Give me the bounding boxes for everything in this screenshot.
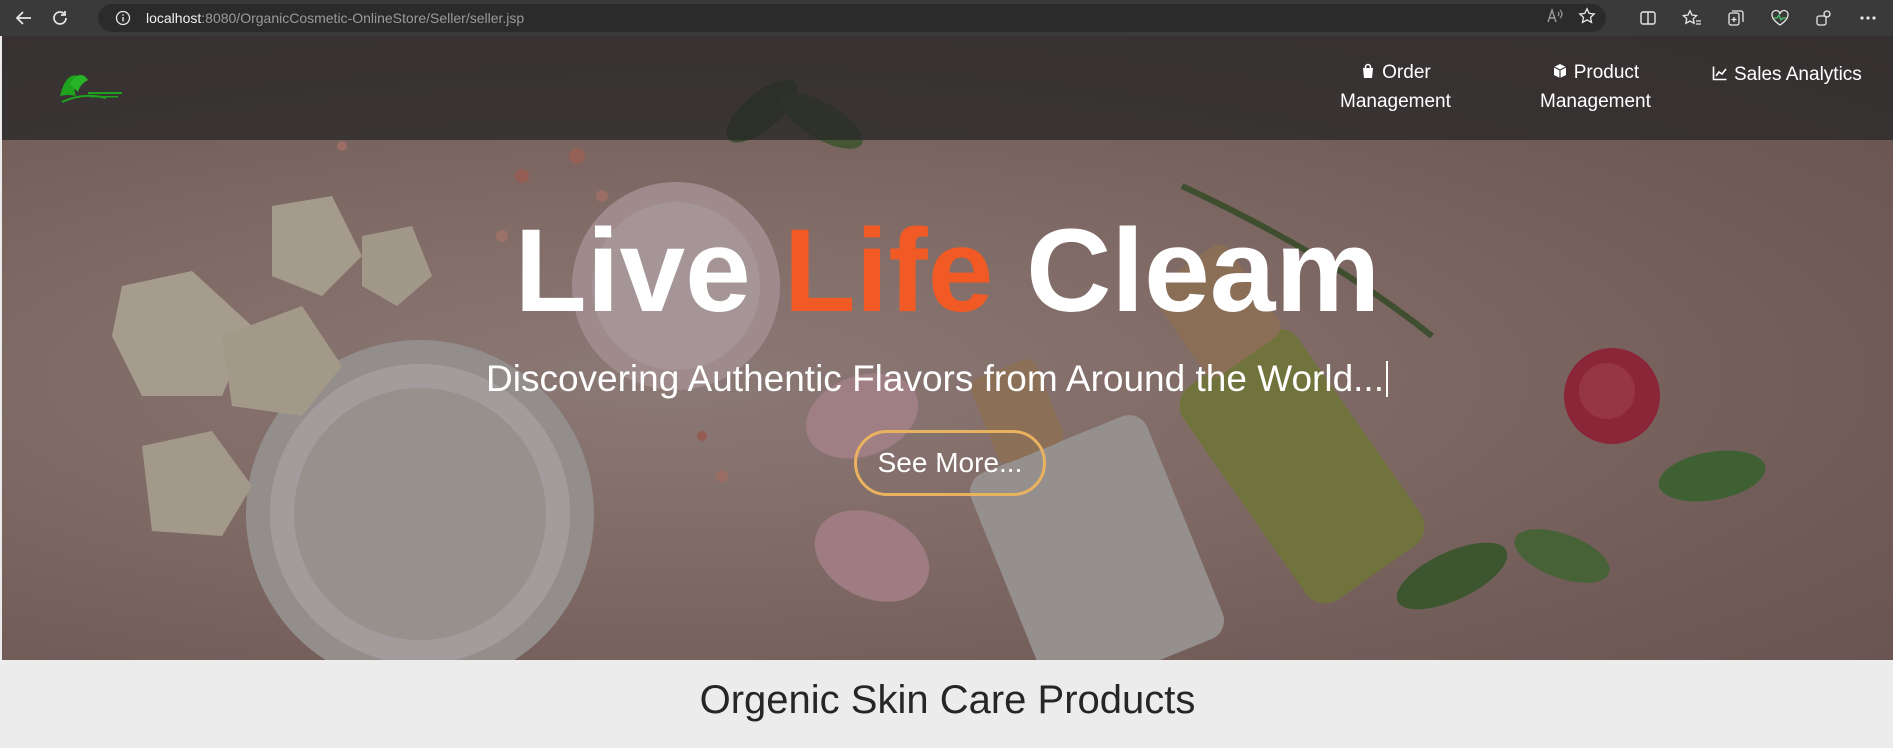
collections-button[interactable] [1725,7,1747,29]
reload-icon [53,11,67,25]
read-aloud-button[interactable] [1546,7,1564,29]
leaf-logo-icon [60,74,122,103]
hero-subtitle: Discovering Authentic Flavors from Aroun… [486,358,1388,400]
headline-word-cleam: Cleam [1026,205,1381,337]
url-text: localhost:8080/OrganicCosmetic-OnlineSto… [146,10,524,26]
nav-product-management[interactable]: Product Management [1540,58,1651,116]
nav-product-line1: Product [1573,62,1640,83]
nav-order-line2: Management [1340,91,1451,112]
info-icon [115,10,131,26]
read-aloud-icon [1547,7,1563,22]
url-path: :8080/OrganicCosmetic-OnlineStore/Seller… [201,10,525,26]
box-icon [1553,64,1566,78]
browser-toolbar: localhost:8080/OrganicCosmetic-OnlineSto… [0,0,1893,36]
store-logo[interactable] [54,66,130,110]
headline-word-life: Life [783,205,994,337]
shopping-bag-icon [1363,63,1374,78]
more-menu-button[interactable] [1857,7,1879,29]
more-dots-icon [1860,16,1876,20]
back-arrow-icon [15,11,31,25]
site-info-button[interactable] [108,10,138,26]
extensions-button[interactable] [1813,7,1835,29]
reload-button[interactable] [42,0,78,36]
nav-order-line1: Order [1382,62,1431,83]
split-screen-button[interactable] [1637,7,1659,29]
favorites-button[interactable] [1681,7,1703,29]
see-more-button[interactable]: See More... [854,430,1046,496]
extensions-icon [1816,10,1831,26]
text-caret [1386,361,1388,397]
browser-essentials-button[interactable] [1769,7,1791,29]
split-screen-icon [1640,11,1656,25]
section-heading: Orgenic Skin Care Products [699,678,1196,722]
favorites-icon [1682,9,1701,25]
nav-order-management[interactable]: Order Management [1340,58,1451,116]
hero-headline: Live Life Cleam [2,212,1893,330]
line-chart-icon [1712,66,1727,81]
nav-product-line2: Management [1540,91,1651,112]
favorite-star-button[interactable] [1578,6,1596,30]
nav-sales-analytics[interactable]: Sales Analytics [1712,60,1862,89]
hero-subtitle-text: Discovering Authentic Flavors from Aroun… [486,358,1384,399]
star-icon [1578,6,1596,24]
headline-word-live: Live [514,205,751,337]
heart-pulse-icon [1771,9,1789,26]
address-bar[interactable]: localhost:8080/OrganicCosmetic-OnlineSto… [98,4,1606,32]
site-navbar: Order Management Product Management Sale… [2,36,1893,140]
back-button[interactable] [6,0,42,36]
collections-icon [1728,10,1744,26]
url-host: localhost [146,10,202,26]
page-content: Order Management Product Management Sale… [2,36,1893,748]
hero-banner: Order Management Product Management Sale… [2,36,1893,660]
nav-analytics-label: Sales Analytics [1734,64,1862,85]
